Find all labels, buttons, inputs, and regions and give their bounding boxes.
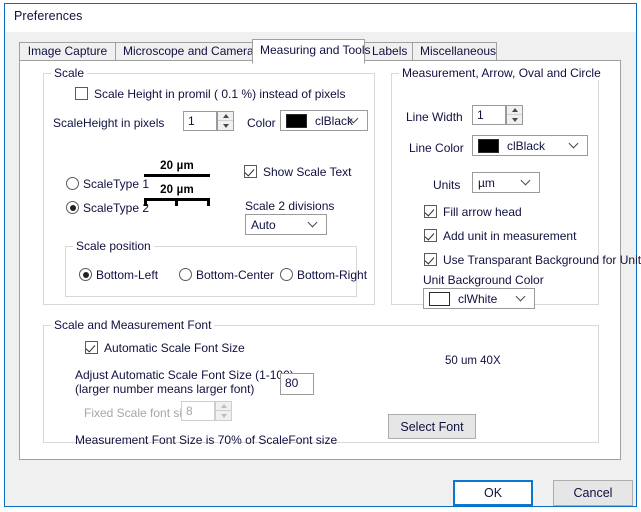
scale-group: Scale Scale Height in promil ( 0.1 %) in…: [43, 66, 375, 305]
scale-height-promil-checkbox[interactable]: Scale Height in promil ( 0.1 %) instead …: [75, 87, 345, 101]
title-bar: Preferences: [5, 4, 636, 32]
scaletype-2-tick-center: [175, 198, 178, 206]
unit-background-color-label: Unit Background Color: [423, 273, 544, 287]
scaletype-1-caption: 20 µm: [160, 160, 194, 172]
line-color-combo[interactable]: clBlack: [472, 135, 588, 156]
scale-position-bottom-center-radio[interactable]: Bottom-Center: [179, 268, 274, 282]
line-color-label: Line Color: [409, 141, 464, 155]
scale-2-divisions-combo[interactable]: Auto: [245, 214, 327, 235]
scale-2-divisions-value: Auto: [251, 217, 276, 232]
scaletype-2-preview: 20 µm: [144, 184, 210, 208]
fixed-scale-font-size-spinner: [215, 401, 232, 421]
tab-image-capture[interactable]: Image Capture: [19, 42, 116, 61]
scale-height-input[interactable]: 1: [183, 111, 217, 131]
unit-background-color-swatch: [429, 291, 450, 306]
scale-position-legend: Scale position: [73, 239, 154, 253]
fixed-font-spinner-down: [216, 411, 231, 420]
scaletype-2-caption: 20 µm: [160, 184, 194, 196]
scale-height-label: ScaleHeight in pixels: [53, 116, 165, 130]
cancel-button[interactable]: Cancel: [553, 480, 633, 506]
fixed-scale-font-size-input: 8: [181, 401, 215, 421]
scaletype-1-radio[interactable]: ScaleType 1: [66, 177, 149, 191]
font-group: Scale and Measurement Font Automatic Sca…: [43, 318, 599, 447]
chevron-down-icon: [309, 219, 318, 228]
scale-height-spinner-down[interactable]: [218, 121, 233, 130]
line-width-spinner[interactable]: [506, 105, 523, 125]
scale-color-label: Color: [247, 116, 276, 130]
scale-group-legend: Scale: [51, 66, 88, 80]
scale-height-spinner-up[interactable]: [218, 112, 233, 121]
select-font-button[interactable]: Select Font: [388, 414, 476, 439]
tab-microscope-and-camera[interactable]: Microscope and Camera: [115, 42, 254, 61]
tab-panel-measuring-and-tools: Scale Scale Height in promil ( 0.1 %) in…: [19, 60, 641, 460]
scale-height-spinner[interactable]: [217, 111, 234, 131]
add-unit-in-measurement-checkbox[interactable]: Add unit in measurement: [424, 229, 576, 243]
use-transparent-background-checkbox[interactable]: Use Transparant Background for Units: [424, 253, 641, 267]
tab-measuring-and-tools[interactable]: Measuring and Tools: [252, 39, 371, 64]
chevron-down-icon: [522, 177, 531, 186]
scale-position-group: Scale position Bottom-Left Bottom-Center…: [65, 239, 367, 297]
ok-button[interactable]: OK: [453, 480, 533, 506]
line-color-value: clBlack: [507, 138, 546, 153]
preferences-dialog: Preferences Image Capture Microscope and…: [4, 3, 641, 507]
measurement-group-legend: Measurement, Arrow, Oval and Circle: [399, 66, 604, 80]
window-title: Preferences: [14, 9, 83, 23]
measurement-font-note: Measurement Font Size is 70% of ScaleFon…: [75, 433, 338, 447]
chevron-down-icon: [350, 115, 359, 124]
automatic-scale-font-size-checkbox[interactable]: Automatic Scale Font Size: [85, 341, 245, 355]
scale-2-divisions-label: Scale 2 divisions: [245, 199, 335, 213]
adjust-font-size-input[interactable]: 80: [280, 373, 314, 395]
units-label: Units: [433, 178, 461, 192]
units-combo[interactable]: µm: [472, 172, 540, 193]
scale-position-bottom-right-radio[interactable]: Bottom-Right: [280, 268, 367, 282]
scale-color-value: clBlack: [315, 113, 354, 128]
tab-strip: Image Capture Microscope and Camera Meas…: [19, 39, 621, 64]
line-width-label: Line Width: [406, 110, 463, 124]
scaletype-2-tick-left: [144, 198, 147, 206]
scaletype-1-preview: 20 µm: [144, 160, 210, 180]
unit-background-color-combo[interactable]: clWhite: [423, 288, 535, 309]
fill-arrow-head-checkbox[interactable]: Fill arrow head: [424, 205, 522, 219]
font-preview-text: 50 um 40X: [445, 355, 501, 367]
font-group-legend: Scale and Measurement Font: [51, 318, 215, 332]
show-scale-text-checkbox[interactable]: Show Scale Text: [244, 165, 352, 179]
tab-labels[interactable]: Labels: [364, 42, 413, 61]
scaletype-1-bar: [144, 174, 210, 177]
scaletype-2-tick-right: [207, 198, 210, 206]
measurement-group: Measurement, Arrow, Oval and Circle Line…: [391, 66, 641, 309]
scaletype-2-radio[interactable]: ScaleType 2: [66, 201, 149, 215]
scale-color-swatch: [286, 113, 307, 128]
line-width-spinner-up[interactable]: [507, 106, 522, 115]
chevron-down-icon: [517, 293, 526, 302]
units-value: µm: [478, 175, 495, 190]
unit-background-color-value: clWhite: [458, 291, 498, 306]
chevron-down-icon: [570, 140, 579, 149]
line-width-spinner-down[interactable]: [507, 115, 522, 124]
tab-miscellaneous[interactable]: Miscellaneous: [412, 42, 497, 61]
fixed-scale-font-size-label: Fixed Scale font size: [84, 406, 195, 420]
adjust-font-size-label-line1: Adjust Automatic Scale Font Size (1-100): [75, 368, 294, 382]
line-color-swatch: [478, 138, 499, 153]
adjust-font-size-label-line2: (larger number means larger font): [75, 382, 255, 396]
fixed-font-spinner-up: [216, 402, 231, 411]
scale-position-bottom-left-radio[interactable]: Bottom-Left: [79, 268, 158, 282]
line-width-input[interactable]: 1: [472, 105, 506, 125]
scale-color-combo[interactable]: clBlack: [280, 110, 368, 131]
dialog-client-area: Image Capture Microscope and Camera Meas…: [5, 32, 641, 506]
